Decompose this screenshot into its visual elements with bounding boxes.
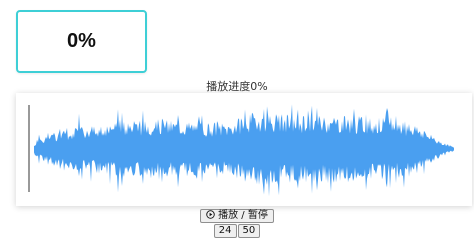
progress-percent: 0% bbox=[67, 30, 96, 52]
progress-display: 0% bbox=[16, 10, 147, 73]
waveform-container[interactable] bbox=[16, 93, 472, 206]
rate-button-50[interactable]: 50 bbox=[237, 224, 261, 238]
playback-progress-caption: 播放进度0% bbox=[206, 80, 268, 93]
play-pause-button[interactable]: 播放 / 暂停 bbox=[200, 209, 274, 223]
waveform[interactable] bbox=[16, 93, 472, 206]
play-circle-icon bbox=[206, 209, 215, 223]
play-pause-label: 播放 / 暂停 bbox=[218, 210, 268, 221]
waveform-shape bbox=[34, 104, 454, 197]
rate-button-24[interactable]: 24 bbox=[213, 224, 237, 238]
